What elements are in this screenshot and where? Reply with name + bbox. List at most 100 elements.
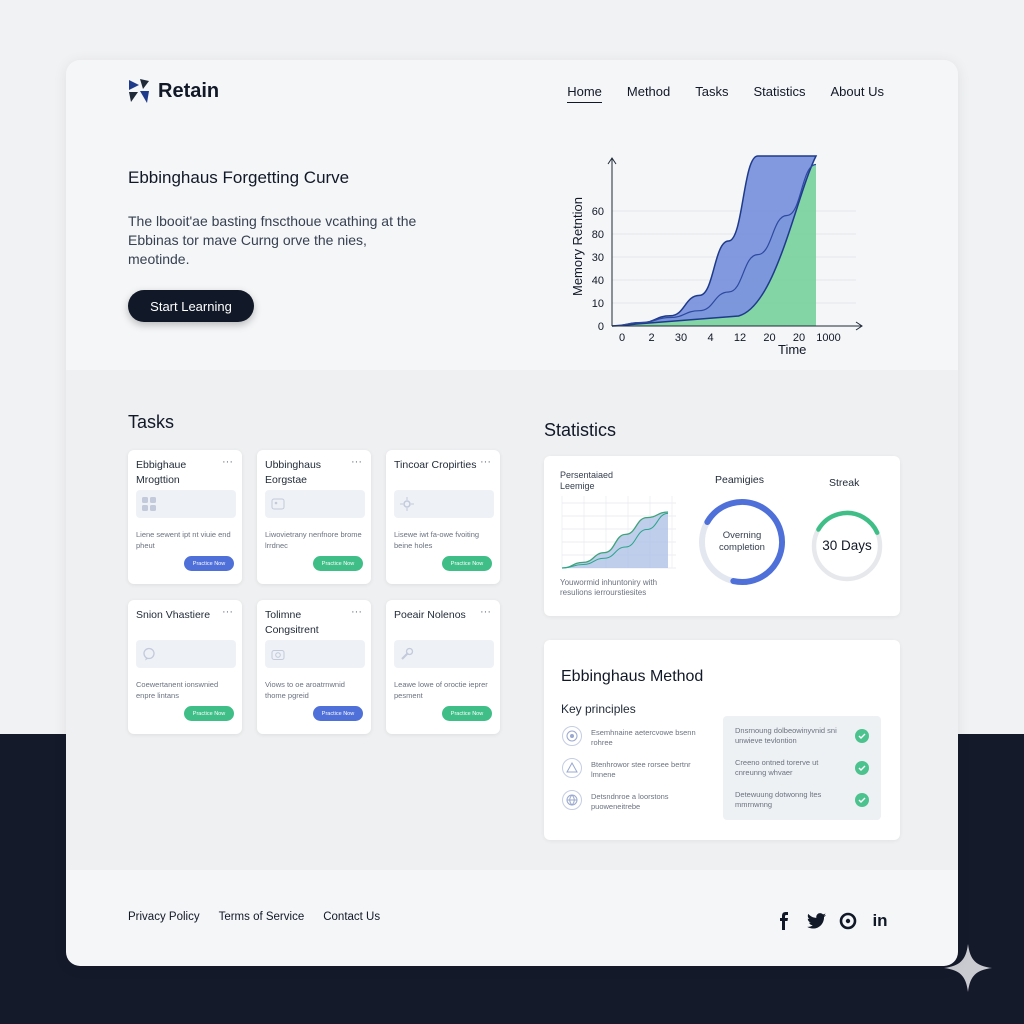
twitter-icon[interactable]: [806, 911, 826, 931]
task-description: Liene sewent ipt nt viuie end pheut: [136, 530, 231, 550]
hero-description: The lbooit'ae basting fnscthoue vcathing…: [128, 213, 417, 267]
checklist-text: Creeno ontned torerve ut cnreunng whvaer: [735, 758, 819, 777]
task-card[interactable]: Poeair Nolenos ··· Leawe lowe of oroctie i…: [386, 600, 500, 734]
nav-tasks[interactable]: Tasks: [695, 84, 728, 103]
streak-value: 30 Days: [822, 538, 872, 553]
hero-title: Ebbinghaus Forgetting Curve: [128, 168, 350, 187]
principle-text: Btenhrowor stee rorsee bertnr lmnene: [591, 760, 691, 779]
task-thumbnail: [136, 490, 236, 518]
task-card[interactable]: Tincoar Cropirties ··· Lisewe iwt fa-owe f…: [386, 450, 500, 584]
linkedin-icon[interactable]: in: [870, 911, 890, 931]
task-description: Coewertanent ionswnied enpre lintans: [136, 680, 219, 700]
nav-method[interactable]: Method: [627, 84, 670, 103]
nav-statistics[interactable]: Statistics: [754, 84, 806, 103]
x-tick-label: 20: [763, 332, 775, 344]
page-card: Retain Home Method Tasks Statistics Abou…: [66, 60, 958, 966]
task-card[interactable]: Ebbighaue Mrogttion ··· Liene sewent ipt n…: [128, 450, 242, 584]
y-tick-label: 30: [592, 252, 604, 264]
terms-of-service-link[interactable]: Terms of Service: [219, 911, 305, 923]
settings-icon: [400, 497, 414, 511]
tasks-title: Tasks: [128, 412, 175, 432]
wrench-icon: [400, 647, 414, 661]
practice-now-button[interactable]: Practice Now: [184, 556, 234, 571]
y-axis-label: Memory Retntion: [570, 197, 585, 296]
learning-chart: [561, 496, 676, 569]
task-name: Snion Vhastiere: [136, 609, 211, 621]
task-description: Leawe lowe of oroctie ieprer pesment: [394, 680, 488, 700]
globe-icon: [562, 790, 582, 810]
privacy-policy-link[interactable]: Privacy Policy: [128, 911, 200, 923]
task-thumbnail: [265, 490, 365, 518]
x-tick-label: 12: [734, 332, 746, 344]
facebook-icon[interactable]: [774, 911, 794, 931]
more-options-icon[interactable]: ···: [351, 606, 362, 618]
grid-icon: [142, 497, 156, 511]
principle-text: Esemhnaine aetercvowe bsenn rohree: [591, 728, 696, 747]
principle-item: Detsndnroe a loorstons puoweneitrebe: [562, 790, 701, 812]
brand-name: Retain: [158, 79, 220, 102]
progress-label: Peamigies: [715, 474, 765, 486]
target-icon: [562, 726, 582, 746]
task-description: Viows to oe aroatrnwnid thome pgreid: [265, 680, 345, 700]
statistics-title: Statistics: [544, 420, 617, 440]
chat-icon: [142, 647, 156, 661]
practice-now-button[interactable]: Practice Now: [313, 706, 363, 721]
task-name: Ebbighaue Mrogttion: [136, 459, 187, 486]
practice-now-button[interactable]: Practice Now: [442, 706, 492, 721]
image-icon: [271, 497, 285, 511]
task-thumbnail: [394, 490, 494, 518]
more-options-icon[interactable]: ···: [480, 456, 491, 468]
more-options-icon[interactable]: ···: [222, 606, 233, 618]
camera-icon: [271, 647, 285, 661]
practice-now-button[interactable]: Practice Now: [184, 706, 234, 721]
principle-item: Btenhrowor stee rorsee bertnr lmnene: [562, 758, 701, 780]
learning-area: [562, 512, 668, 568]
x-tick-label: 1000: [816, 332, 840, 344]
instagram-icon[interactable]: [838, 911, 858, 931]
x-axis-label: Time: [778, 342, 806, 357]
lower-section: Tasks Ebbighaue Mrogttion ··· Liene sewent…: [66, 370, 958, 870]
checklist-text: Detewuung dotwonng ltes mmrnwnng: [735, 790, 822, 809]
start-learning-button[interactable]: Start Learning: [128, 290, 254, 322]
contact-us-link[interactable]: Contact Us: [323, 911, 380, 923]
task-name: Poeair Nolenos: [394, 609, 466, 621]
x-tick-label: 4: [707, 332, 713, 344]
task-thumbnail: [394, 640, 494, 668]
more-options-icon[interactable]: ···: [351, 456, 362, 468]
task-name: Tincoar Cropirties: [394, 459, 477, 471]
x-tick-label: 0: [619, 332, 625, 344]
nav-about-us[interactable]: About Us: [831, 84, 884, 103]
more-options-icon[interactable]: ···: [222, 456, 233, 468]
method-card: Ebbinghaus Method Key principles Esemhna…: [544, 640, 900, 840]
checklist-panel: Dnsrnoung dolbeowinyvnid sni unwieve tev…: [723, 716, 881, 820]
nav-home[interactable]: Home: [567, 84, 602, 103]
more-options-icon[interactable]: ···: [480, 606, 491, 618]
footer-links: Privacy Policy Terms of Service Contact …: [128, 911, 380, 923]
task-description: Liwovietrany nenfnore brome lrrdnec: [265, 530, 362, 550]
streak-label: Streak: [829, 477, 860, 489]
task-description: Lisewe iwt fa-owe fvoiting beine holes: [394, 530, 480, 550]
principle-item: Esemhnaine aetercvowe bsenn rohree: [562, 726, 701, 748]
brand-logo[interactable]: Retain: [128, 78, 219, 104]
principle-text: Detsndnroe a loorstons puoweneitrebe: [591, 792, 669, 811]
method-subtitle: Key principles: [561, 702, 636, 716]
y-tick-label: 10: [592, 298, 604, 310]
statistics-card: Persentaiaed Leemige Youwormid inhuntoni…: [544, 456, 900, 616]
task-name: Ubbinghaus Eorgstae: [265, 459, 322, 486]
forgetting-curve-chart: 01040308060 0 2 30 4 12 20 20 1000 Memory Retnt…: [570, 155, 863, 357]
task-card[interactable]: Tolimne Congsitrent ··· Viows to oe aroatr…: [257, 600, 371, 734]
logo-icon: [129, 79, 149, 103]
y-tick-label: 40: [592, 275, 604, 287]
task-card[interactable]: Snion Vhastiere ··· Coewertanent ionswnied…: [128, 600, 242, 734]
method-title: Ebbinghaus Method: [561, 668, 704, 685]
check-circle-icon: [855, 793, 869, 807]
task-card[interactable]: Ubbinghaus Eorgstae ··· Liwovietrany nenfn…: [257, 450, 371, 584]
check-circle-icon: [855, 729, 869, 743]
task-thumbnail: [265, 640, 365, 668]
y-tick-label: 60: [592, 206, 604, 218]
social-links: in: [774, 911, 890, 931]
practice-now-button[interactable]: Practice Now: [313, 556, 363, 571]
practice-now-button[interactable]: Practice Now: [442, 556, 492, 571]
task-thumbnail: [136, 640, 236, 668]
x-tick-label: 30: [675, 332, 687, 344]
